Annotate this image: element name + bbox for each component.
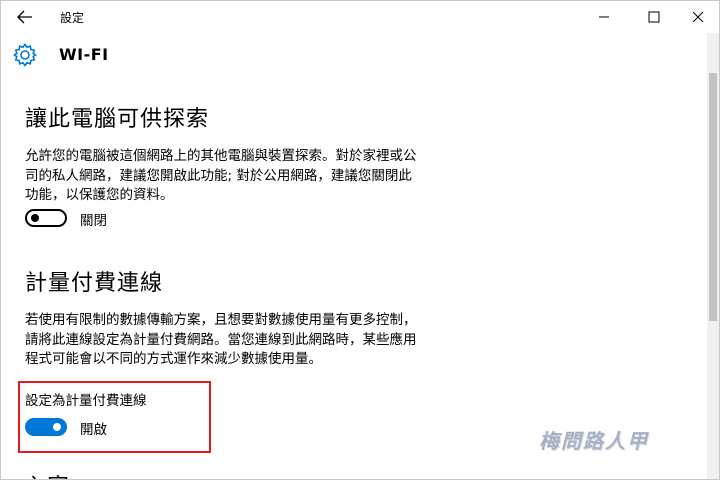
maximize-icon (648, 11, 660, 23)
title-bar: 設定 (1, 1, 719, 33)
description-line: 允許您的電腦被這個網路上的其他電腦與裝置探索。對於家裡或公 (25, 148, 417, 164)
settings-window: 設定 WI-FI 讓此電腦可供探索 允許您的電腦被這個網路上的其他電腦與裝置探索… (0, 0, 720, 480)
discoverable-toggle[interactable] (25, 209, 67, 227)
discoverable-title: 讓此電腦可供探索 (25, 107, 210, 132)
metered-title: 計量付費連線 (25, 271, 164, 296)
toggle-knob (53, 423, 61, 431)
next-section-title: 內容 (25, 469, 69, 479)
watermark: 梅問路人甲 (539, 429, 649, 453)
back-arrow-icon (17, 10, 32, 24)
metered-setting-label: 設定為計量付費連線 (25, 393, 147, 409)
back-button[interactable] (9, 4, 41, 30)
scrollbar-thumb[interactable] (709, 73, 717, 321)
description-line: 司的私人網路，建議您開啟此功能; 對於公用網路，建議您關閉此 (25, 167, 412, 184)
close-button[interactable] (675, 1, 719, 33)
minimize-button[interactable] (581, 1, 627, 33)
minimize-icon (599, 16, 609, 18)
maximize-button[interactable] (631, 1, 677, 33)
metered-toggle[interactable] (25, 418, 67, 436)
gear-icon (13, 43, 37, 67)
description-line: 請將此連線設定為計量付費網路。當您連線到此網路時，某些應用 (25, 331, 417, 348)
page-title: WI-FI (59, 45, 109, 64)
description-line: 程式可能會以不同的方式運作來減少數據使用量。 (25, 351, 322, 367)
description-line: 若使用有限制的數據傳輸方案，且想要對數據使用量有更多控制， (25, 312, 417, 328)
metered-toggle-label: 開啟 (80, 422, 107, 438)
discoverable-toggle-label: 關閉 (80, 213, 107, 229)
metered-description: 若使用有限制的數據傳輸方案，且想要對數據使用量有更多控制， 請將此連線設定為計量… (25, 311, 455, 370)
discoverable-description: 允許您的電腦被這個網路上的其他電腦與裝置探索。對於家裡或公 司的私人網路，建議您… (25, 147, 455, 206)
description-line: 功能，以保護您的資料。 (25, 187, 174, 203)
toggle-knob (31, 214, 39, 222)
scrollbar[interactable] (707, 33, 719, 479)
window-title: 設定 (60, 11, 85, 25)
close-icon (692, 11, 704, 23)
